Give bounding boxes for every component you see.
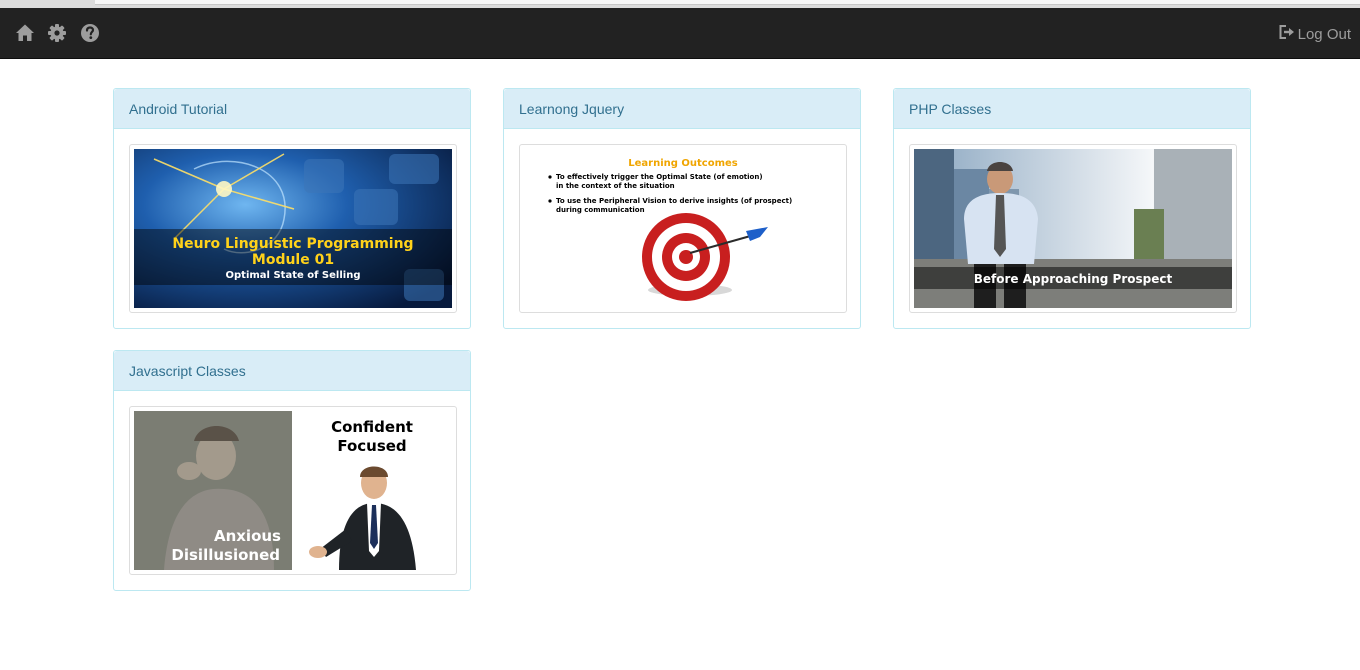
- course-panel-jquery: Learnong Jquery Learning Outcomes To eff…: [503, 88, 861, 329]
- course-thumbnail[interactable]: Anxious Disillusioned Confident Focused: [129, 406, 457, 575]
- browser-edge: [0, 0, 1360, 8]
- thumb-caption: Before Approaching Prospect: [974, 272, 1173, 286]
- right-label-1: Confident: [331, 418, 413, 436]
- course-thumbnail[interactable]: Before Approaching Prospect: [909, 144, 1237, 313]
- bullet-2-line-2: during communication: [556, 206, 645, 214]
- bullet-2-line-1: To use the Peripheral Vision to derive i…: [556, 197, 792, 205]
- thumb-line-2: Module 01: [252, 252, 334, 268]
- panel-title[interactable]: PHP Classes: [894, 89, 1250, 129]
- thumb-heading: Learning Outcomes: [628, 158, 738, 169]
- thumb-line-1: Neuro Linguistic Programming: [172, 236, 413, 252]
- course-panel-php: PHP Classes Before Approaching Prospect: [893, 88, 1251, 329]
- question-circle-icon[interactable]: [80, 23, 100, 43]
- course-thumbnail[interactable]: Learning Outcomes To effectively trigger…: [519, 144, 847, 313]
- gear-icon[interactable]: [47, 23, 67, 43]
- bullet-1-line-2: in the context of the situation: [556, 182, 675, 190]
- logout-button[interactable]: Log Out: [1279, 24, 1351, 44]
- left-label-1: Anxious: [214, 527, 281, 545]
- right-label-2: Focused: [337, 437, 406, 455]
- panel-title[interactable]: Android Tutorial: [114, 89, 470, 129]
- logout-icon: [1279, 25, 1298, 43]
- thumb-line-3: Optimal State of Selling: [226, 270, 361, 281]
- panel-title[interactable]: Javascript Classes: [114, 351, 470, 391]
- course-panel-android: Android Tutorial Neuro Linguistic Progra…: [113, 88, 471, 329]
- bullet-1-line-1: To effectively trigger the Optimal State…: [556, 173, 763, 181]
- address-bar-edge: [95, 0, 1360, 5]
- course-panel-javascript: Javascript Classes Anxious Disillusioned…: [113, 350, 471, 591]
- left-label-2: Disillusioned: [171, 546, 280, 564]
- course-thumbnail[interactable]: Neuro Linguistic Programming Module 01 O…: [129, 144, 457, 313]
- logout-label: Log Out: [1297, 25, 1351, 43]
- top-navbar: Log Out: [0, 8, 1360, 59]
- home-icon[interactable]: [15, 23, 35, 43]
- panel-title[interactable]: Learnong Jquery: [504, 89, 860, 129]
